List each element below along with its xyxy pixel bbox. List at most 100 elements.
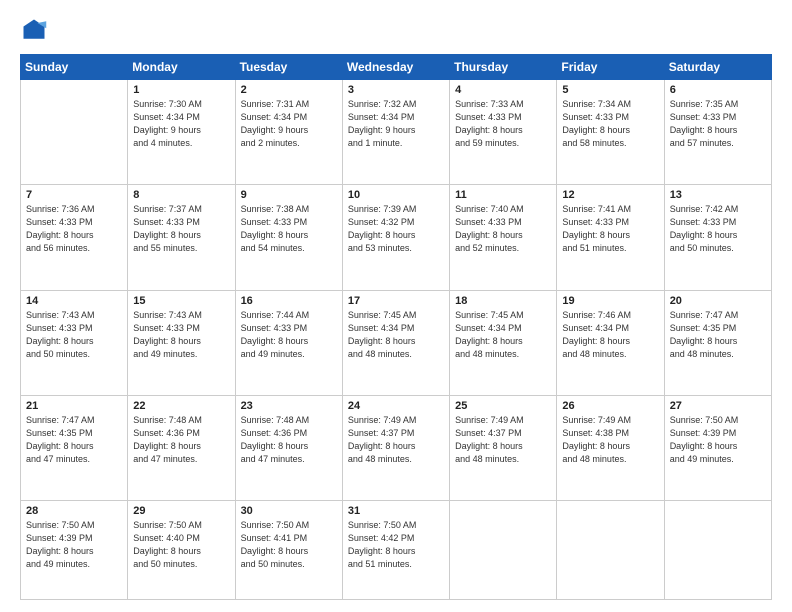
day-number: 27: [670, 400, 766, 412]
day-info: Sunrise: 7:46 AM Sunset: 4:34 PM Dayligh…: [562, 309, 658, 361]
calendar-cell: [664, 501, 771, 600]
calendar-cell: 28 Sunrise: 7:50 AM Sunset: 4:39 PM Dayli…: [21, 501, 128, 600]
calendar-cell: 31 Sunrise: 7:50 AM Sunset: 4:42 PM Dayli…: [342, 501, 449, 600]
day-info: Sunrise: 7:49 AM Sunset: 4:37 PM Dayligh…: [348, 414, 444, 466]
day-info: Sunrise: 7:49 AM Sunset: 4:37 PM Dayligh…: [455, 414, 551, 466]
day-info: Sunrise: 7:38 AM Sunset: 4:33 PM Dayligh…: [241, 203, 337, 255]
calendar-cell: 20 Sunrise: 7:47 AM Sunset: 4:35 PM Dayli…: [664, 290, 771, 395]
day-info: Sunrise: 7:45 AM Sunset: 4:34 PM Dayligh…: [348, 309, 444, 361]
day-number: 1: [133, 84, 229, 96]
day-info: Sunrise: 7:41 AM Sunset: 4:33 PM Dayligh…: [562, 203, 658, 255]
calendar-cell: 24 Sunrise: 7:49 AM Sunset: 4:37 PM Dayli…: [342, 395, 449, 500]
day-info: Sunrise: 7:30 AM Sunset: 4:34 PM Dayligh…: [133, 98, 229, 150]
day-info: Sunrise: 7:43 AM Sunset: 4:33 PM Dayligh…: [26, 309, 122, 361]
logo: [20, 16, 52, 44]
calendar-cell: 19Sunrise: 7:46 AM Sunset: 4:34 PM Dayli…: [557, 290, 664, 395]
calendar-cell: 3Sunrise: 7:32 AM Sunset: 4:34 PM Daylig…: [342, 80, 449, 185]
calendar-cell: 11 Sunrise: 7:40 AM Sunset: 4:33 PM Dayli…: [450, 185, 557, 290]
calendar-cell: 27 Sunrise: 7:50 AM Sunset: 4:39 PM Dayli…: [664, 395, 771, 500]
day-number: 31: [348, 505, 444, 517]
day-number: 25: [455, 400, 551, 412]
day-info: Sunrise: 7:43 AM Sunset: 4:33 PM Dayligh…: [133, 309, 229, 361]
calendar-day-header: Tuesday: [235, 55, 342, 80]
calendar-cell: 8 Sunrise: 7:37 AM Sunset: 4:33 PM Daylig…: [128, 185, 235, 290]
calendar-cell: 25 Sunrise: 7:49 AM Sunset: 4:37 PM Dayli…: [450, 395, 557, 500]
day-number: 18: [455, 295, 551, 307]
calendar-cell: 2 Sunrise: 7:31 AM Sunset: 4:34 PM Daylig…: [235, 80, 342, 185]
calendar-cell: 12 Sunrise: 7:41 AM Sunset: 4:33 PM Dayli…: [557, 185, 664, 290]
day-info: Sunrise: 7:33 AM Sunset: 4:33 PM Dayligh…: [455, 98, 551, 150]
calendar-cell: 13Sunrise: 7:42 AM Sunset: 4:33 PM Dayli…: [664, 185, 771, 290]
day-number: 14: [26, 295, 122, 307]
calendar-cell: 26Sunrise: 7:49 AM Sunset: 4:38 PM Dayli…: [557, 395, 664, 500]
day-number: 24: [348, 400, 444, 412]
day-info: Sunrise: 7:42 AM Sunset: 4:33 PM Dayligh…: [670, 203, 766, 255]
day-info: Sunrise: 7:48 AM Sunset: 4:36 PM Dayligh…: [241, 414, 337, 466]
day-number: 22: [133, 400, 229, 412]
day-info: Sunrise: 7:36 AM Sunset: 4:33 PM Dayligh…: [26, 203, 122, 255]
calendar-day-header: Friday: [557, 55, 664, 80]
logo-icon: [20, 16, 48, 44]
calendar-cell: [557, 501, 664, 600]
calendar-cell: 9 Sunrise: 7:38 AM Sunset: 4:33 PM Daylig…: [235, 185, 342, 290]
day-number: 4: [455, 84, 551, 96]
calendar-cell: 21Sunrise: 7:47 AM Sunset: 4:35 PM Dayli…: [21, 395, 128, 500]
day-info: Sunrise: 7:47 AM Sunset: 4:35 PM Dayligh…: [26, 414, 122, 466]
day-number: 6: [670, 84, 766, 96]
day-number: 20: [670, 295, 766, 307]
day-info: Sunrise: 7:50 AM Sunset: 4:42 PM Dayligh…: [348, 519, 444, 571]
calendar-cell: 10Sunrise: 7:39 AM Sunset: 4:32 PM Dayli…: [342, 185, 449, 290]
calendar-cell: 18 Sunrise: 7:45 AM Sunset: 4:34 PM Dayli…: [450, 290, 557, 395]
day-number: 29: [133, 505, 229, 517]
day-number: 7: [26, 189, 122, 201]
day-number: 16: [241, 295, 337, 307]
day-info: Sunrise: 7:50 AM Sunset: 4:40 PM Dayligh…: [133, 519, 229, 571]
calendar-week-row: 14 Sunrise: 7:43 AM Sunset: 4:33 PM Dayli…: [21, 290, 772, 395]
day-number: 17: [348, 295, 444, 307]
calendar-cell: 30 Sunrise: 7:50 AM Sunset: 4:41 PM Dayli…: [235, 501, 342, 600]
calendar-day-header: Sunday: [21, 55, 128, 80]
day-number: 12: [562, 189, 658, 201]
day-info: Sunrise: 7:44 AM Sunset: 4:33 PM Dayligh…: [241, 309, 337, 361]
calendar-cell: 5 Sunrise: 7:34 AM Sunset: 4:33 PM Daylig…: [557, 80, 664, 185]
calendar-cell: 29 Sunrise: 7:50 AM Sunset: 4:40 PM Dayli…: [128, 501, 235, 600]
calendar-cell: [450, 501, 557, 600]
day-number: 10: [348, 189, 444, 201]
calendar-cell: 1 Sunrise: 7:30 AM Sunset: 4:34 PM Daylig…: [128, 80, 235, 185]
day-info: Sunrise: 7:34 AM Sunset: 4:33 PM Dayligh…: [562, 98, 658, 150]
day-number: 28: [26, 505, 122, 517]
day-info: Sunrise: 7:37 AM Sunset: 4:33 PM Dayligh…: [133, 203, 229, 255]
day-info: Sunrise: 7:31 AM Sunset: 4:34 PM Dayligh…: [241, 98, 337, 150]
calendar-cell: 16 Sunrise: 7:44 AM Sunset: 4:33 PM Dayli…: [235, 290, 342, 395]
day-number: 15: [133, 295, 229, 307]
day-info: Sunrise: 7:47 AM Sunset: 4:35 PM Dayligh…: [670, 309, 766, 361]
day-info: Sunrise: 7:32 AM Sunset: 4:34 PM Dayligh…: [348, 98, 444, 150]
day-info: Sunrise: 7:49 AM Sunset: 4:38 PM Dayligh…: [562, 414, 658, 466]
day-number: 5: [562, 84, 658, 96]
calendar-cell: [21, 80, 128, 185]
day-info: Sunrise: 7:50 AM Sunset: 4:39 PM Dayligh…: [26, 519, 122, 571]
day-info: Sunrise: 7:45 AM Sunset: 4:34 PM Dayligh…: [455, 309, 551, 361]
day-info: Sunrise: 7:50 AM Sunset: 4:39 PM Dayligh…: [670, 414, 766, 466]
day-info: Sunrise: 7:40 AM Sunset: 4:33 PM Dayligh…: [455, 203, 551, 255]
calendar-day-header: Saturday: [664, 55, 771, 80]
calendar-day-header: Wednesday: [342, 55, 449, 80]
calendar-day-header: Thursday: [450, 55, 557, 80]
day-number: 9: [241, 189, 337, 201]
calendar-table: SundayMondayTuesdayWednesdayThursdayFrid…: [20, 54, 772, 600]
day-info: Sunrise: 7:48 AM Sunset: 4:36 PM Dayligh…: [133, 414, 229, 466]
day-number: 8: [133, 189, 229, 201]
calendar-week-row: 7 Sunrise: 7:36 AM Sunset: 4:33 PM Daylig…: [21, 185, 772, 290]
calendar-cell: 14 Sunrise: 7:43 AM Sunset: 4:33 PM Dayli…: [21, 290, 128, 395]
calendar-header-row: SundayMondayTuesdayWednesdayThursdayFrid…: [21, 55, 772, 80]
day-info: Sunrise: 7:50 AM Sunset: 4:41 PM Dayligh…: [241, 519, 337, 571]
day-number: 2: [241, 84, 337, 96]
day-number: 30: [241, 505, 337, 517]
page: SundayMondayTuesdayWednesdayThursdayFrid…: [0, 0, 792, 612]
calendar-week-row: 1 Sunrise: 7:30 AM Sunset: 4:34 PM Daylig…: [21, 80, 772, 185]
calendar-week-row: 28 Sunrise: 7:50 AM Sunset: 4:39 PM Dayli…: [21, 501, 772, 600]
calendar-cell: 6Sunrise: 7:35 AM Sunset: 4:33 PM Daylig…: [664, 80, 771, 185]
calendar-cell: 4 Sunrise: 7:33 AM Sunset: 4:33 PM Daylig…: [450, 80, 557, 185]
header: [20, 16, 772, 44]
day-number: 11: [455, 189, 551, 201]
